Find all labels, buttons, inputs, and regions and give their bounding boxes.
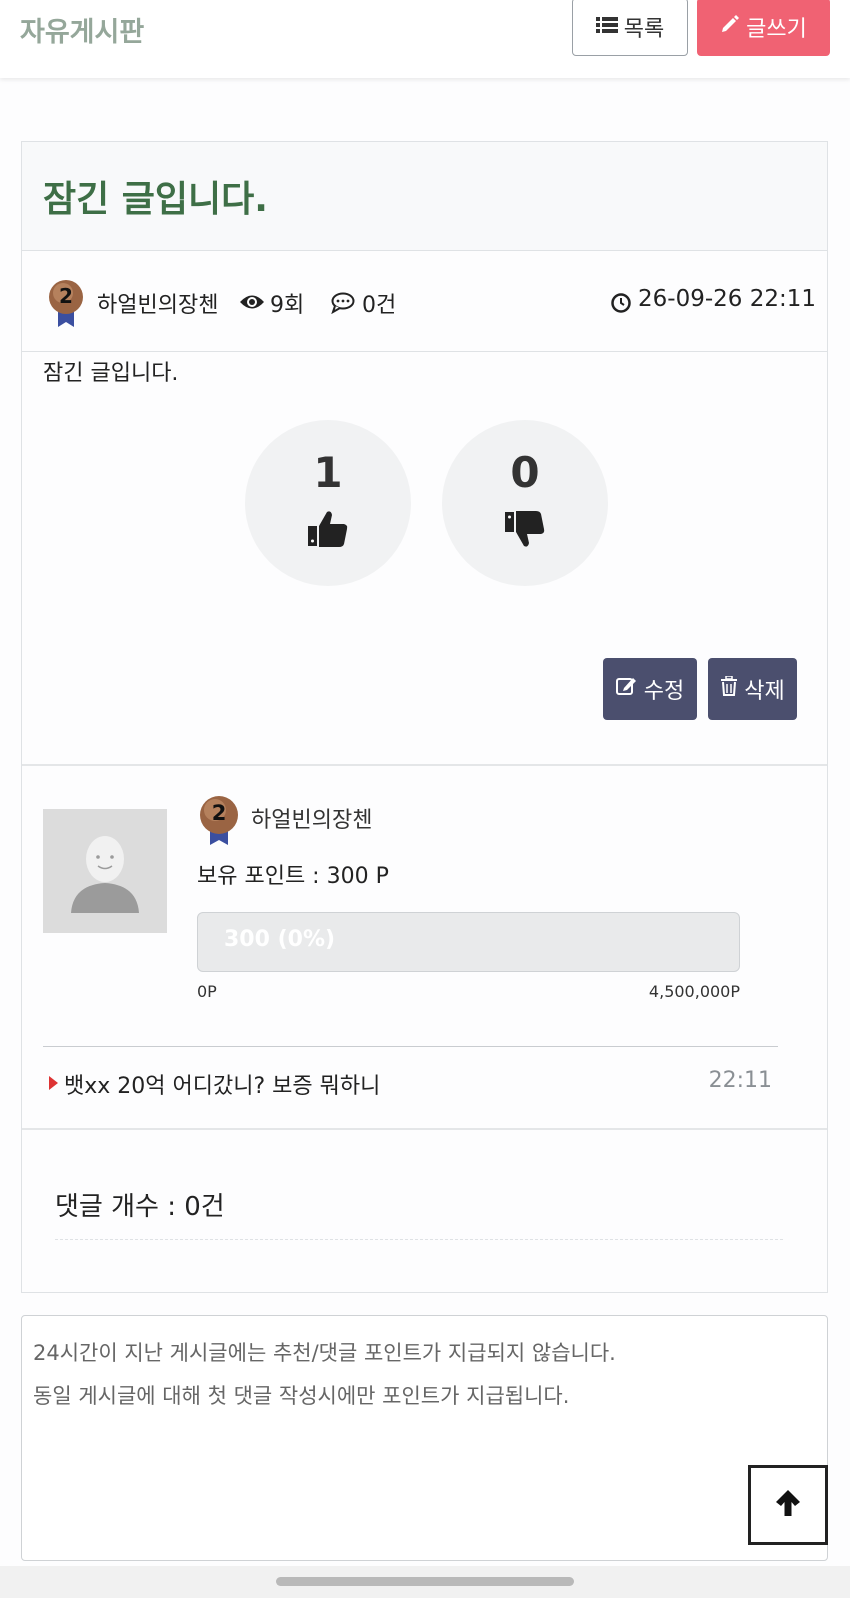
- post-datetime: 26-09-26 22:11: [638, 286, 816, 312]
- write-button-label: 글쓰기: [746, 17, 807, 42]
- profile-name[interactable]: 하얼빈의장첸: [251, 802, 372, 834]
- author-name[interactable]: 하얼빈의장첸: [97, 287, 218, 319]
- edit-icon: [615, 676, 638, 702]
- divider: [22, 764, 827, 766]
- arrow-up-icon: [774, 1488, 802, 1522]
- divider: [55, 1239, 783, 1240]
- profile-medal-level: 2: [211, 801, 227, 825]
- post-header: 잠긴 글입니다.: [22, 142, 827, 251]
- post-title: 잠긴 글입니다.: [43, 179, 268, 220]
- delete-button[interactable]: 삭제: [708, 658, 797, 720]
- delete-button-label: 삭제: [744, 679, 785, 704]
- top-bar: 자유게시판 목록 글쓰기: [0, 0, 850, 78]
- list-icon: [595, 15, 618, 40]
- notice-line-1: 24시간이 지난 게시글에는 추천/댓글 포인트가 지급되지 않습니다.: [33, 1341, 616, 1365]
- dislike-count: 0: [510, 448, 540, 497]
- view-count: 9회: [270, 293, 305, 318]
- divider: [43, 1046, 778, 1047]
- comment-count: 댓글 개수 : 0건: [55, 1192, 225, 1222]
- clock-icon: [611, 293, 631, 317]
- progress-scale-min: 0P: [197, 982, 217, 1001]
- edit-button[interactable]: 수정: [603, 658, 697, 720]
- post-body: 잠긴 글입니다.: [43, 361, 179, 386]
- edit-button-label: 수정: [643, 679, 685, 704]
- level-medal-icon: 2: [48, 279, 84, 329]
- trash-icon: [720, 675, 738, 702]
- post-panel: 잠긴 글입니다. 2 하얼빈의장첸 9회 0건 26-09-26 22:11 잠…: [21, 141, 828, 1293]
- comment-notice-box[interactable]: 24시간이 지난 게시글에는 추천/댓글 포인트가 지급되지 않습니다. 동일 …: [21, 1315, 828, 1561]
- list-button-label: 목록: [623, 17, 665, 42]
- like-count: 1: [313, 448, 343, 497]
- comment-count-meta: 0건: [362, 293, 397, 318]
- points-text: 보유 포인트 : 300 P: [197, 864, 389, 889]
- home-indicator[interactable]: [276, 1577, 574, 1586]
- caret-right-icon: [49, 1076, 58, 1090]
- profile-level-medal-icon: 2: [199, 795, 239, 847]
- write-button[interactable]: 글쓰기: [697, 0, 830, 56]
- board-title[interactable]: 자유게시판: [20, 10, 144, 49]
- divider: [22, 1128, 827, 1130]
- related-post-link[interactable]: 뱃xx 20억 어디갔니? 보증 뭐하니: [64, 1068, 380, 1100]
- post-meta: 2 하얼빈의장첸 9회 0건 26-09-26 22:11: [22, 251, 827, 352]
- like-button[interactable]: 1: [245, 420, 411, 586]
- related-post-time: 22:11: [708, 1068, 772, 1093]
- pencil-icon: [720, 14, 740, 40]
- points-progress-bar: 300 (0%): [197, 912, 740, 972]
- thumbs-up-icon: [308, 511, 348, 547]
- list-button[interactable]: 목록: [572, 0, 688, 56]
- eye-icon: [239, 293, 265, 315]
- progress-label: 300 (0%): [224, 927, 336, 952]
- scroll-top-button[interactable]: [748, 1465, 828, 1545]
- notice-line-2: 동일 게시글에 대해 첫 댓글 작성시에만 포인트가 지급됩니다.: [33, 1384, 570, 1408]
- medal-level: 2: [59, 284, 73, 308]
- dislike-button[interactable]: 0: [442, 420, 608, 586]
- thumbs-down-icon: [505, 511, 545, 547]
- avatar: [43, 809, 167, 933]
- comment-icon: [331, 292, 355, 318]
- progress-scale-max: 4,500,000P: [648, 982, 740, 1001]
